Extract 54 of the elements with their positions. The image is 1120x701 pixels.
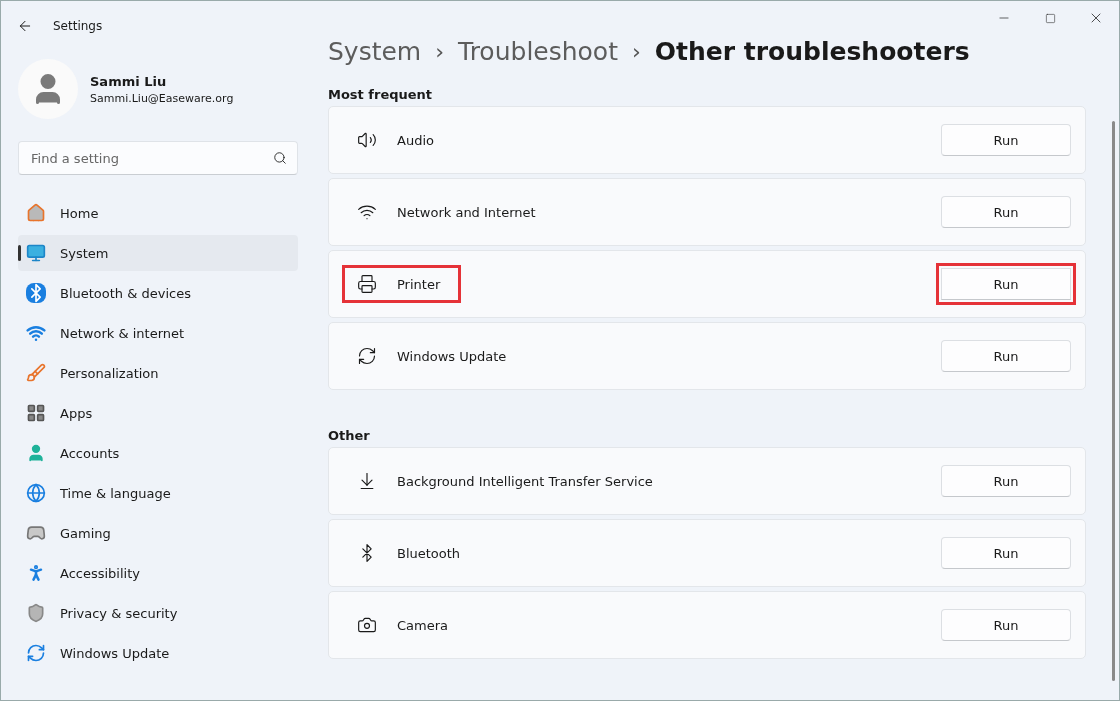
shield-icon: [26, 603, 46, 623]
troubleshooter-label: Bluetooth: [397, 545, 461, 561]
search-input[interactable]: Find a setting: [29, 149, 273, 167]
search-field[interactable]: Find a setting: [18, 141, 298, 175]
scrollbar-thumb[interactable]: [1112, 121, 1115, 681]
sidebar-item[interactable]: System: [18, 235, 298, 271]
sidebar-item[interactable]: Windows Update: [18, 635, 298, 671]
update-icon: [26, 643, 46, 663]
run-button[interactable]: Run: [941, 124, 1071, 156]
run-button[interactable]: Run: [941, 537, 1071, 569]
monitor-icon: [26, 243, 46, 263]
apps-grid-icon: [26, 403, 46, 423]
maximize-icon: [1044, 12, 1056, 24]
profile-email: Sammi.Liu@Easeware.org: [90, 91, 234, 105]
search-icon: [273, 151, 287, 165]
page-title: Other troubleshooters: [654, 36, 970, 66]
section-heading: Most frequent: [328, 87, 434, 104]
breadcrumb-link[interactable]: System: [328, 36, 422, 66]
run-button[interactable]: Run: [941, 340, 1071, 372]
sidebar-item[interactable]: Accounts: [18, 435, 298, 471]
sidebar-item[interactable]: Apps: [18, 395, 298, 431]
troubleshooter-label: Audio: [397, 132, 434, 148]
bluetooth-icon: [26, 283, 46, 303]
sidebar-item[interactable]: Personalization: [18, 355, 298, 391]
sidebar-item[interactable]: Time & language: [18, 475, 298, 511]
brush-icon: [26, 363, 46, 383]
troubleshooter-label: Printer: [397, 276, 441, 292]
home-icon: [26, 203, 46, 223]
run-button[interactable]: Run: [941, 609, 1071, 641]
troubleshooter-label: Windows Update: [397, 348, 507, 364]
camera-icon: [357, 615, 377, 635]
sidebar-item[interactable]: Home: [18, 195, 298, 231]
wifi-icon: [26, 323, 46, 343]
breadcrumb-separator: ›: [632, 38, 641, 64]
refresh-icon: [357, 346, 377, 366]
sidebar-item[interactable]: Bluetooth & devices: [18, 275, 298, 311]
breadcrumb-separator: ›: [435, 38, 445, 64]
person-icon: [26, 443, 46, 463]
profile-name: Sammi Liu: [90, 73, 168, 89]
sidebar-item[interactable]: Privacy & security: [18, 595, 298, 631]
run-button[interactable]: Run: [941, 465, 1071, 497]
sidebar-item[interactable]: Accessibility: [18, 555, 298, 591]
speaker-icon: [357, 130, 377, 150]
printer-icon: [357, 274, 377, 294]
sidebar-item[interactable]: Gaming: [18, 515, 298, 551]
gamepad-icon: [26, 523, 46, 543]
troubleshooter-label: Camera: [397, 617, 449, 633]
section-heading: Other: [328, 428, 371, 445]
breadcrumb-link[interactable]: Troubleshoot: [458, 36, 618, 66]
troubleshooter-label: Background Intelligent Transfer Service: [397, 473, 653, 489]
run-button[interactable]: Run: [941, 196, 1071, 228]
troubleshooter-label: Network and Internet: [397, 204, 536, 220]
window-title: Settings: [53, 19, 104, 33]
sidebar-item[interactable]: Network & internet: [18, 315, 298, 351]
